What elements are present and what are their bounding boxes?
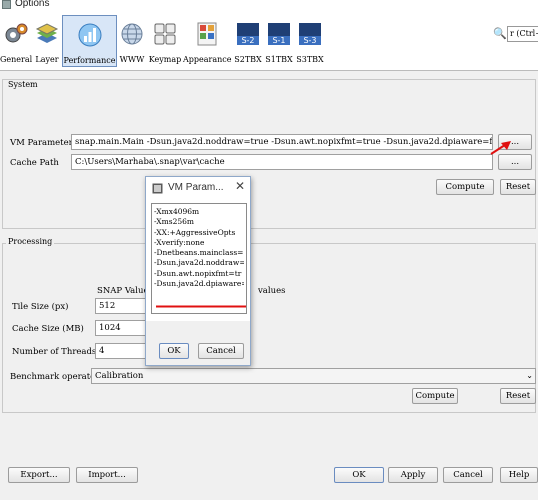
s3-toolbox-icon: S-3 xyxy=(299,23,321,45)
s1-badge: S-1 xyxy=(272,36,285,45)
performance-panel: System VM Parameters snap.main.Main -Dsu… xyxy=(0,70,538,460)
tab-general-label: General xyxy=(0,55,33,64)
close-icon[interactable]: ✕ xyxy=(235,179,245,193)
cancel-button[interactable]: Cancel xyxy=(443,467,493,483)
red-arrow-annotation xyxy=(490,141,511,155)
tab-www[interactable]: WWW xyxy=(118,15,146,67)
system-reset-button[interactable]: Reset xyxy=(500,179,536,195)
apply-button[interactable]: Apply xyxy=(388,467,438,483)
chevron-down-icon: ⌄ xyxy=(526,371,533,380)
s2-toolbox-icon: S-2 xyxy=(237,23,259,45)
system-section-title: System xyxy=(6,80,40,89)
export-button[interactable]: Export... xyxy=(8,467,70,483)
processing-section-title: Processing xyxy=(6,237,55,246)
processing-reset-button[interactable]: Reset xyxy=(500,388,536,404)
benchmark-operator-label: Benchmark operator xyxy=(10,372,100,382)
tab-general[interactable]: General xyxy=(0,15,32,67)
tab-s3tbx-label: S3TBX xyxy=(296,55,324,64)
tab-www-label: WWW xyxy=(119,55,145,64)
system-compute-button[interactable]: Compute xyxy=(436,179,494,195)
vm-param-line: -Xverify:none xyxy=(154,237,205,247)
vm-param-line: -Dsun.java2d.dpiaware= xyxy=(154,279,244,289)
tab-performance-label: Performance xyxy=(63,56,116,65)
vm-dialog-title: VM Param... xyxy=(168,182,224,193)
vm-param-line: -Xmx4096m xyxy=(154,207,200,216)
performance-gauge-icon xyxy=(78,23,101,47)
tab-s2tbx-label: S2TBX xyxy=(234,55,262,64)
window-title: Options xyxy=(15,0,50,9)
cache-path-field[interactable]: C:\Users\Marhaba\.snap\var\cache xyxy=(71,154,493,170)
search-input[interactable]: r (Ctrl+I) xyxy=(507,26,538,42)
vm-dialog-cancel-button[interactable]: Cancel xyxy=(198,343,244,359)
processing-compute-button[interactable]: Compute xyxy=(412,388,458,404)
tab-keymap-label: Keymap xyxy=(148,55,182,64)
options-toolbar: General Layer Performance WWW Keymap App… xyxy=(0,11,538,70)
s2-badge: S-2 xyxy=(241,36,254,45)
vm-param-line: -XX:+AggressiveOpts xyxy=(154,227,236,237)
vm-parameters-dialog: VM Param... ✕ -Xmx4096m -Xms256m -XX:+Ag… xyxy=(145,176,251,366)
tile-size-label: Tile Size (px) xyxy=(12,302,69,312)
tab-layer-label: Layer xyxy=(35,55,59,64)
tab-keymap[interactable]: Keymap xyxy=(148,15,182,67)
app-icon xyxy=(152,183,163,194)
tab-s1tbx-label: S1TBX xyxy=(265,55,293,64)
vm-parameters-textarea[interactable]: -Xmx4096m -Xms256m -XX:+AggressiveOpts -… xyxy=(151,203,247,314)
tab-appearance[interactable]: Appearance xyxy=(183,15,231,67)
palette-icon xyxy=(197,22,217,46)
s1-toolbox-icon: S-1 xyxy=(268,23,290,45)
cache-size-label: Cache Size (MB) xyxy=(12,324,84,334)
vm-param-line: -Dnetbeans.mainclass= xyxy=(154,248,244,258)
help-button[interactable]: Help xyxy=(500,467,538,483)
gears-icon xyxy=(5,23,28,43)
ok-button[interactable]: OK xyxy=(334,467,384,483)
tab-s3tbx[interactable]: S-3 S3TBX xyxy=(295,15,325,67)
layers-icon xyxy=(35,23,59,43)
vm-param-line: -Dsun.java2d.noddraw= xyxy=(154,258,244,268)
benchmark-values-header: values xyxy=(258,286,286,296)
cache-path-browse-button[interactable]: ... xyxy=(498,154,532,170)
vm-parameters-label: VM Parameters xyxy=(10,138,78,148)
benchmark-operator-value: Calibration xyxy=(95,371,144,381)
vm-param-line: -Xms256m xyxy=(154,217,194,227)
vm-param-line: -Dsun.awt.nopixfmt=tr xyxy=(154,268,242,278)
globe-icon xyxy=(121,23,143,45)
tab-layer[interactable]: Layer xyxy=(33,15,61,67)
tab-appearance-label: Appearance xyxy=(183,55,232,64)
title-bar: Options xyxy=(0,0,538,11)
tab-performance[interactable]: Performance xyxy=(62,15,117,67)
s3-badge: S-3 xyxy=(303,36,316,45)
dialog-footer: Export... Import... OK Apply Cancel Help xyxy=(0,460,538,500)
cache-path-label: Cache Path xyxy=(10,158,59,168)
tab-s1tbx[interactable]: S-1 S1TBX xyxy=(264,15,294,67)
benchmark-operator-select[interactable]: Calibration ⌄ xyxy=(91,368,536,384)
vm-dialog-button-bar: OK Cancel xyxy=(146,321,250,365)
vm-parameters-field[interactable]: snap.main.Main -Dsun.java2d.noddraw=true… xyxy=(71,134,493,150)
red-underline-annotation xyxy=(156,305,246,308)
tab-s2tbx[interactable]: S-2 S2TBX xyxy=(233,15,263,67)
search-icon: 🔍 xyxy=(493,27,507,40)
threads-label: Number of Threads xyxy=(12,347,97,357)
app-icon xyxy=(2,0,11,9)
vm-dialog-ok-button[interactable]: OK xyxy=(159,343,189,359)
import-button[interactable]: Import... xyxy=(76,467,138,483)
keyboard-icon xyxy=(154,23,176,45)
